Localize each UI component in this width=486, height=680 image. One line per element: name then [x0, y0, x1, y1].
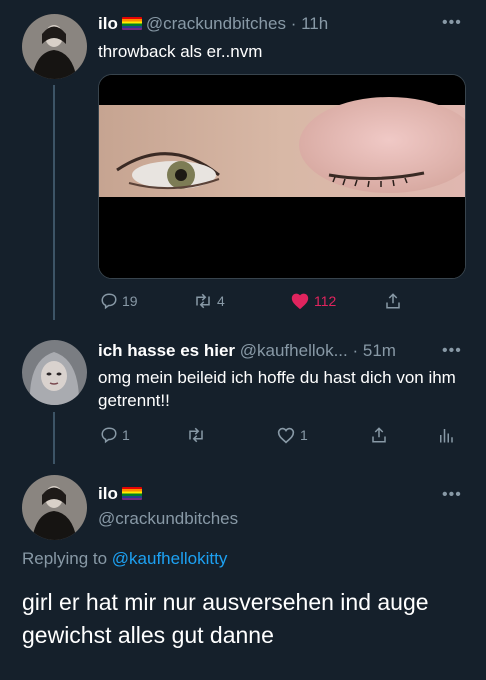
tweet-text: omg mein beileid ich hoffe du hast dich … [98, 368, 456, 410]
retweet-button[interactable]: 4 [193, 292, 225, 310]
replying-to: Replying to @kaufhellokitty [22, 549, 227, 569]
avatar-image [22, 340, 87, 405]
reply-button[interactable]: 1 [100, 426, 130, 444]
avatar[interactable] [22, 340, 87, 405]
rainbow-flag-icon [121, 487, 142, 500]
like-count: 112 [314, 293, 337, 309]
share-button[interactable] [384, 292, 402, 310]
display-name[interactable]: ilo [98, 14, 118, 33]
replying-prefix: Replying to [22, 549, 108, 568]
avatar-image [22, 14, 87, 79]
tweet-header: ilo [98, 484, 146, 504]
reply-button[interactable]: 19 [100, 292, 138, 310]
retweet-count: 4 [217, 293, 225, 309]
analytics-icon [440, 429, 453, 443]
username[interactable]: @crackundbitches [98, 509, 238, 528]
timestamp[interactable]: · 51m [352, 341, 395, 360]
more-options-icon[interactable]: ••• [442, 14, 462, 32]
thread-line [53, 85, 55, 320]
mention-link[interactable]: @kaufhellokitty [112, 549, 228, 568]
heart-filled-icon [291, 293, 309, 310]
like-button[interactable]: 112 [290, 292, 336, 310]
reply-count: 1 [122, 427, 130, 443]
like-count: 1 [300, 427, 308, 443]
tweet-header: ich hasse es hier @kaufhellok... · 51m [98, 341, 396, 361]
display-name[interactable]: ilo [98, 484, 118, 503]
tweet-text: throwback als er..nvm [98, 42, 263, 61]
retweet-button[interactable] [186, 426, 206, 444]
username-line: @crackundbitches [98, 509, 238, 529]
share-icon [386, 293, 400, 309]
avatar[interactable] [22, 14, 87, 79]
share-button[interactable] [370, 426, 388, 444]
tweet-actions: 1 1 [98, 424, 466, 446]
retweet-icon [189, 427, 203, 443]
reply-icon [101, 427, 117, 444]
share-icon [372, 427, 386, 443]
username[interactable]: @crackundbitches [146, 14, 286, 33]
reply-count: 19 [122, 293, 138, 309]
tweet-text: girl er hat mir nur ausversehen ind auge… [22, 589, 429, 648]
tweet-image[interactable] [98, 74, 466, 279]
like-button[interactable]: 1 [276, 426, 308, 444]
display-name[interactable]: ich hasse es hier [98, 341, 235, 360]
avatar[interactable] [22, 475, 87, 540]
reply-icon [101, 293, 117, 310]
heart-icon [277, 427, 295, 444]
avatar-image [22, 475, 87, 540]
rainbow-flag-icon [121, 17, 142, 30]
username[interactable]: @kaufhellok... [240, 341, 348, 360]
more-options-icon[interactable]: ••• [442, 486, 462, 504]
analytics-button[interactable] [438, 426, 454, 444]
thread-line [53, 412, 55, 464]
more-options-icon[interactable]: ••• [442, 342, 462, 360]
tweet-actions: 19 4 112 [98, 290, 466, 312]
tweet-header: ilo @crackundbitches · 11h [98, 14, 328, 34]
eye-photo [99, 75, 465, 278]
timestamp[interactable]: · 11h [291, 14, 329, 33]
retweet-icon [196, 293, 210, 309]
